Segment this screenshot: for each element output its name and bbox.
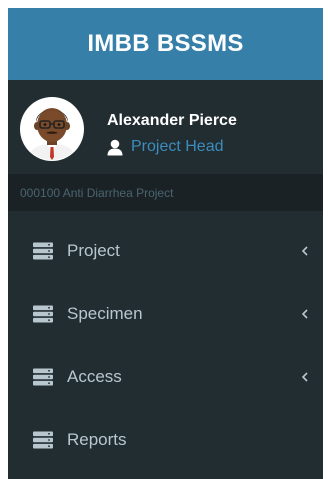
server-icon	[33, 242, 53, 259]
sidebar-menu: Project Specimen Access Reports	[8, 219, 323, 471]
sidebar-item-access[interactable]: Access	[8, 345, 323, 408]
sidebar-item-label: Reports	[67, 429, 127, 449]
project-selector[interactable]: 000100 Anti Diarrhea Project	[8, 174, 323, 211]
user-role-label[interactable]: Project Head	[131, 138, 224, 156]
sidebar-item-project[interactable]: Project	[8, 219, 323, 282]
sidebar-item-label: Project	[67, 240, 120, 260]
sidebar-item-specimen[interactable]: Specimen	[8, 282, 323, 345]
user-panel: Alexander Pierce Project Head	[8, 80, 323, 174]
project-label: 000100 Anti Diarrhea Project	[20, 185, 174, 200]
chevron-left-icon[interactable]	[300, 245, 310, 257]
chevron-left-icon[interactable]	[300, 308, 310, 320]
server-icon	[33, 368, 53, 385]
server-icon	[33, 431, 53, 448]
server-icon	[33, 305, 53, 322]
chevron-left-icon[interactable]	[300, 371, 310, 383]
user-icon	[107, 139, 123, 155]
sidebar: IMBB BSSMS Alexander Pierce Project Head…	[8, 8, 323, 479]
app-header[interactable]: IMBB BSSMS	[8, 8, 323, 80]
sidebar-item-label: Access	[67, 366, 122, 386]
avatar[interactable]	[20, 97, 84, 161]
user-name: Alexander Pierce	[107, 112, 237, 129]
app-title[interactable]: IMBB BSSMS	[87, 30, 243, 58]
sidebar-item-reports[interactable]: Reports	[8, 408, 323, 471]
user-role[interactable]: Project Head	[107, 138, 224, 156]
sidebar-item-label: Specimen	[67, 303, 143, 323]
